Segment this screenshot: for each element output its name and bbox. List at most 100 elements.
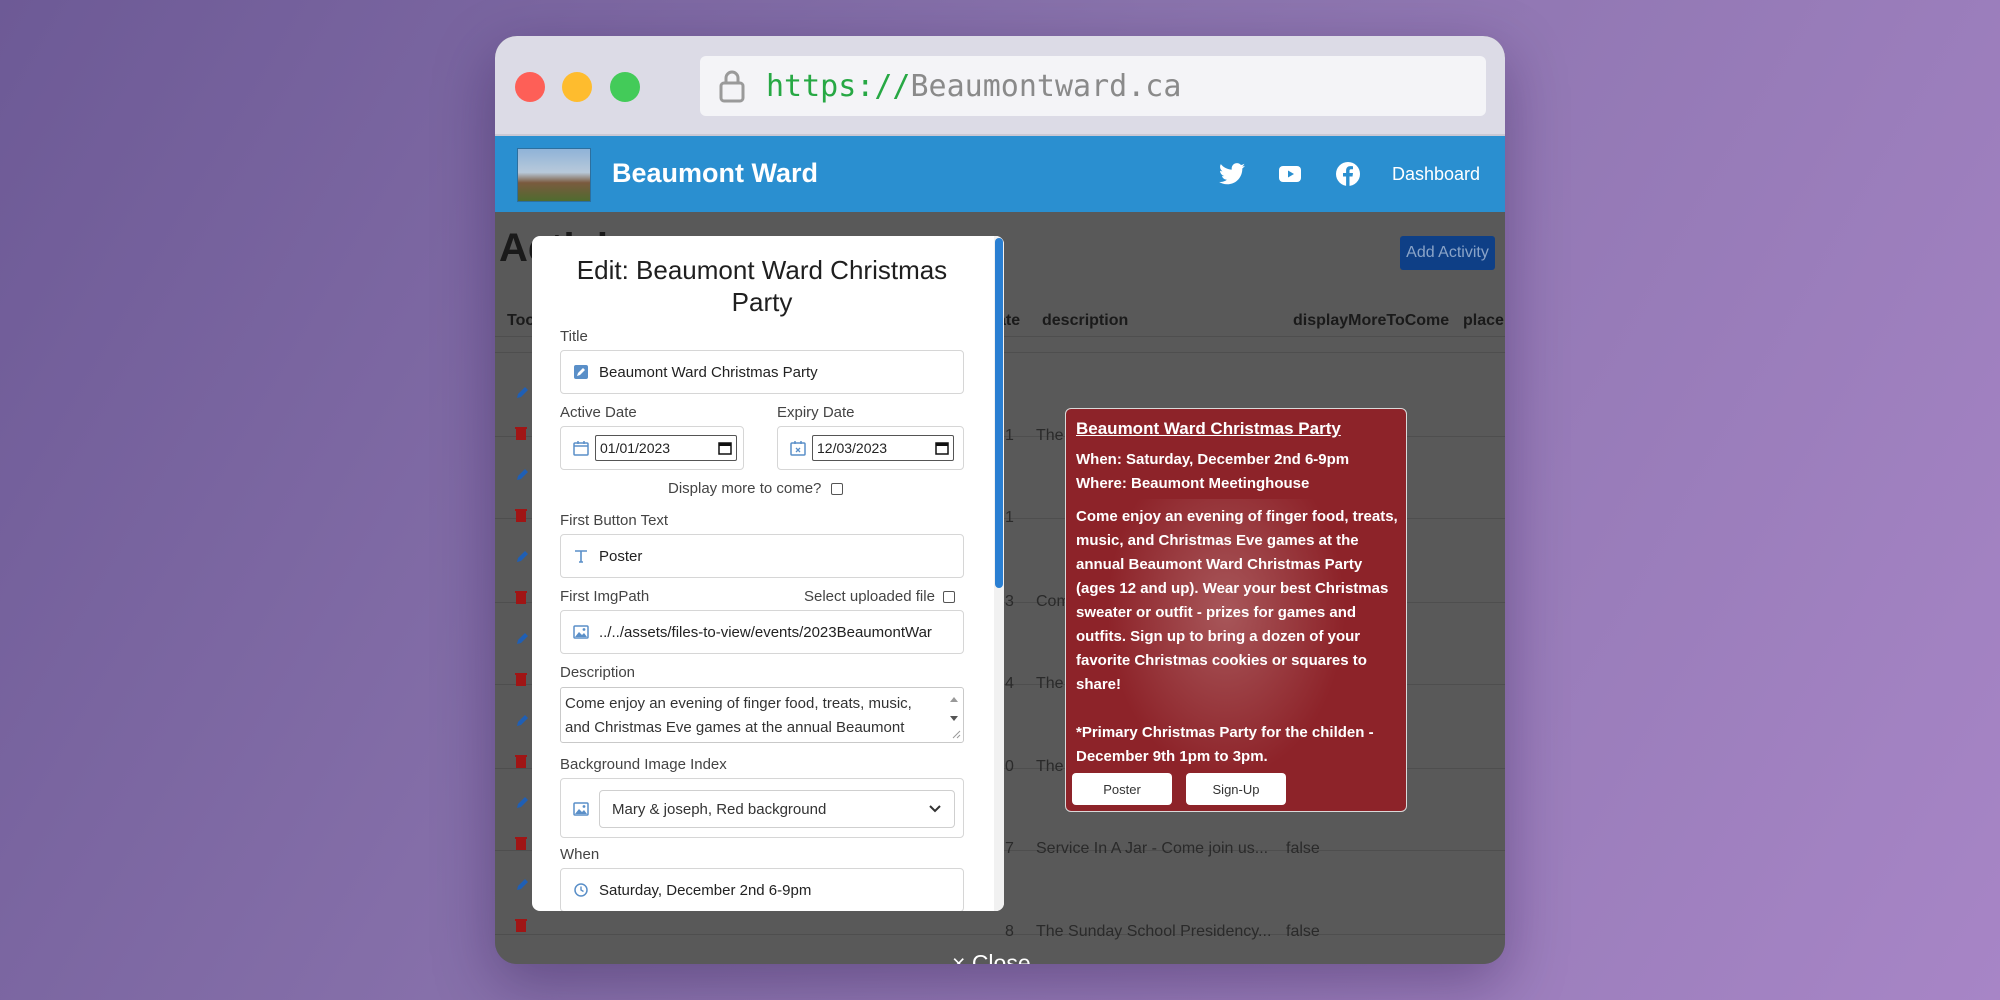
description-label: Description [560, 664, 636, 681]
preview-title: Beaumont Ward Christmas Party [1076, 419, 1341, 438]
edit-icon[interactable] [515, 878, 529, 892]
bg-index-value: Mary & joseph, Red background [612, 800, 827, 818]
active-date-input[interactable]: 01/01/2023 [595, 435, 737, 461]
twitter-icon[interactable] [1218, 160, 1246, 188]
nav-links: Dashboard [1218, 136, 1505, 212]
active-date-group: 01/01/2023 [560, 426, 744, 470]
close-modal-button[interactable]: × Close [952, 950, 1031, 964]
preview-poster-button[interactable]: Poster [1072, 773, 1172, 805]
date-picker-icon[interactable] [718, 441, 732, 455]
first-imgpath-field[interactable]: ../../assets/files-to-view/events/2023Be… [560, 610, 964, 654]
description-value: Come enjoy an evening of finger food, tr… [565, 695, 912, 736]
bg-index-select[interactable]: Mary & joseph, Red background [599, 790, 955, 828]
expiry-date-input[interactable]: 12/03/2023 [812, 435, 954, 461]
trash-icon[interactable] [515, 754, 529, 768]
first-imgpath-value: ../../assets/files-to-view/events/2023Be… [599, 623, 932, 641]
facebook-icon[interactable] [1334, 160, 1362, 188]
textarea-scroll-arrows[interactable] [947, 690, 961, 740]
col-place: place [1463, 312, 1504, 329]
when-label: When [560, 846, 600, 863]
edit-icon[interactable] [515, 550, 529, 564]
expiry-date-label: Expiry Date [777, 404, 855, 421]
display-more-label: Display more to come? [668, 480, 822, 497]
trash-icon[interactable] [515, 918, 529, 932]
site-name[interactable]: Beaumont Ward [612, 158, 818, 189]
lock-icon [719, 70, 745, 103]
image-icon [573, 625, 589, 639]
modal-scrollbar[interactable] [994, 236, 1004, 911]
close-window-button[interactable] [515, 72, 545, 102]
row-description: The Sunday School Presidency... [1036, 923, 1272, 940]
row-date: 0 [1005, 758, 1014, 775]
browser-window: https://Beaumontward.ca Beaumont Ward Da… [495, 36, 1505, 964]
select-uploaded-checkbox[interactable] [942, 590, 955, 603]
youtube-icon[interactable] [1276, 160, 1304, 188]
edit-icon[interactable] [515, 468, 529, 482]
preview-description: Come enjoy an evening of finger food, tr… [1076, 505, 1398, 769]
browser-chrome: https://Beaumontward.ca [495, 36, 1505, 136]
modal-scroll-thumb[interactable] [995, 238, 1003, 588]
select-uploaded-row: Select uploaded file [804, 588, 955, 605]
row-description: The [1036, 675, 1064, 692]
row-date: 7 [1005, 840, 1014, 857]
url-scheme: https:// [766, 68, 911, 104]
text-type-icon [575, 550, 587, 563]
preview-primary-note: *Primary Christmas Party for the childen… [1076, 724, 1374, 765]
row-date: 1 [1005, 509, 1014, 526]
row-date: 1 [1005, 427, 1014, 444]
row-description: The [1036, 427, 1064, 444]
when-value: Saturday, December 2nd 6-9pm [599, 881, 812, 899]
trash-icon[interactable] [515, 836, 529, 850]
preview-when: When: Saturday, December 2nd 6-9pm [1076, 451, 1350, 468]
edit-icon[interactable] [515, 714, 529, 728]
first-button-value: Poster [599, 547, 643, 565]
active-date-label: Active Date [560, 404, 637, 421]
date-picker-icon[interactable] [935, 441, 949, 455]
edit-icon[interactable] [515, 796, 529, 810]
bg-index-label: Background Image Index [560, 756, 727, 773]
maximize-window-button[interactable] [610, 72, 640, 102]
col-display-more: displayMoreToCome [1293, 312, 1450, 329]
trash-icon[interactable] [515, 590, 529, 604]
edit-icon[interactable] [515, 632, 529, 646]
modal-title: Edit: Beaumont Ward Christmas Party [576, 255, 948, 317]
preview-signup-button[interactable]: Sign-Up [1186, 773, 1286, 805]
title-label: Title [560, 328, 588, 345]
edit-activity-modal: Edit: Beaumont Ward Christmas Party Titl… [532, 236, 1004, 911]
url-host: Beaumontward.ca [910, 68, 1182, 104]
display-more-row: Display more to come? [668, 480, 844, 497]
when-field[interactable]: Saturday, December 2nd 6-9pm [560, 868, 964, 911]
pencil-square-icon [574, 365, 588, 379]
expiry-date-value: 12/03/2023 [817, 440, 888, 456]
display-more-checkbox[interactable] [831, 482, 844, 495]
row-date: 4 [1005, 675, 1014, 692]
col-description: description [1042, 312, 1129, 329]
chevron-down-icon [929, 805, 941, 813]
minimize-window-button[interactable] [562, 72, 592, 102]
event-preview-card: Beaumont Ward Christmas Party When: Satu… [1065, 408, 1407, 812]
first-button-label: First Button Text [560, 512, 669, 529]
dashboard-link[interactable]: Dashboard [1392, 164, 1505, 185]
image-icon [573, 802, 589, 816]
trash-icon[interactable] [515, 508, 529, 522]
first-imgpath-label: First ImgPath [560, 588, 650, 605]
add-activity-button[interactable]: Add Activity [1400, 236, 1495, 270]
row-divider [495, 934, 1505, 935]
first-button-field[interactable]: Poster [560, 534, 964, 578]
col-tools: Too [507, 312, 536, 329]
title-value: Beaumont Ward Christmas Party [599, 363, 818, 381]
trash-icon[interactable] [515, 672, 529, 686]
row-display-more: false [1286, 923, 1320, 940]
row-display-more: false [1286, 840, 1320, 857]
preview-where: Where: Beaumont Meetinghouse [1076, 475, 1310, 492]
title-field[interactable]: Beaumont Ward Christmas Party [560, 350, 964, 394]
address-bar[interactable]: https://Beaumontward.ca [700, 56, 1486, 116]
select-uploaded-label: Select uploaded file [804, 588, 935, 605]
site-logo[interactable] [517, 148, 591, 202]
row-date: 3 [1005, 593, 1014, 610]
description-textarea[interactable]: Come enjoy an evening of finger food, tr… [560, 687, 964, 743]
bg-index-group: Mary & joseph, Red background [560, 778, 964, 838]
trash-icon[interactable] [515, 426, 529, 440]
edit-icon[interactable] [515, 386, 529, 400]
page-content: Activi Add Activity Too ate description … [495, 212, 1505, 964]
